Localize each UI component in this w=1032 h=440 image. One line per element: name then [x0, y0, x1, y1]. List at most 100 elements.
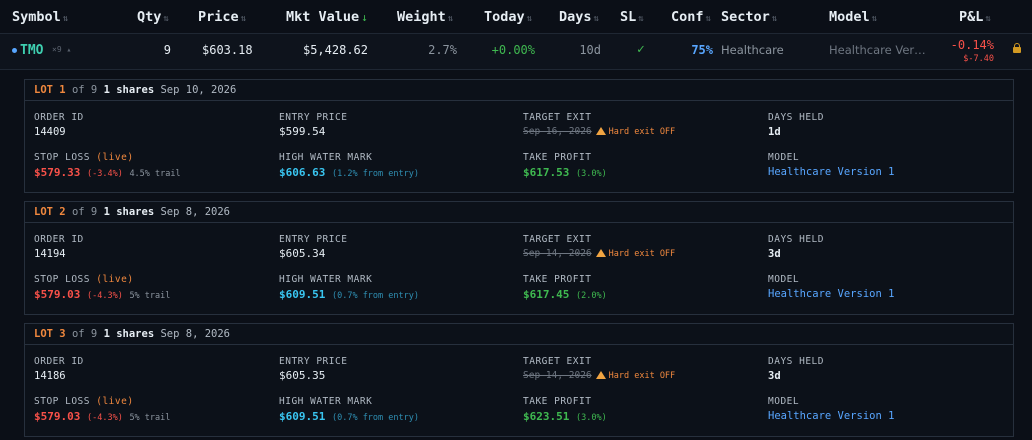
symbol-lot-count: ×9 ▴ [52, 45, 72, 54]
model-link[interactable]: Healthcare Version 1 [768, 288, 894, 300]
col-pl-label: P&L [959, 9, 984, 25]
col-days[interactable]: Days ⇅ [559, 9, 599, 25]
col-today[interactable]: Today ⇅ [484, 9, 532, 25]
lot-header: LOT 3 of 9 1 shares Sep 8, 2026 [25, 324, 1013, 345]
stop-loss-value: $579.03 [34, 410, 81, 423]
order-id-label: ORDER ID [34, 112, 84, 123]
lot-card: LOT 1 of 9 1 shares Sep 10, 2026 ORDER I… [24, 79, 1014, 193]
trail-info: 5% trail [129, 291, 171, 301]
take-profit-value: $617.45 [523, 288, 570, 301]
col-price[interactable]: Price ⇅ [198, 9, 246, 25]
lot-date: Sep 8, 2026 [160, 206, 231, 218]
take-profit-label: TAKE PROFIT [523, 396, 592, 407]
lot-label: LOT 1 [34, 84, 66, 96]
take-profit-label: TAKE PROFIT [523, 274, 592, 285]
target-exit-label: TARGET EXIT [523, 234, 592, 245]
stop-loss-label-row: STOP LOSS (live) [34, 274, 134, 285]
mkt-value: $5,428.62 [302, 43, 368, 57]
sort-icon: ⇅ [163, 14, 169, 24]
lot-of: of 9 [71, 206, 98, 218]
sort-icon: ⇅ [526, 14, 533, 24]
col-sector[interactable]: Sector ⇅ [721, 9, 777, 25]
col-symbol-label: Symbol [12, 9, 61, 25]
take-profit-pct: (3.0%) [575, 169, 607, 179]
model-label: MODEL [768, 396, 800, 407]
hwm-note: (0.7% from entry) [331, 291, 419, 301]
col-qty-label: Qty [137, 9, 162, 25]
target-exit-label: TARGET EXIT [523, 112, 592, 123]
sort-icon: ⇅ [985, 14, 991, 24]
weight-value: 2.7% [428, 43, 457, 57]
days-held-label: DAYS HELD [768, 112, 824, 123]
take-profit-row: $623.51 (3.0%) [523, 410, 607, 423]
order-id-value: 14186 [34, 370, 66, 382]
lot-shares: 1 shares [103, 328, 155, 340]
sort-icon: ⇅ [240, 14, 247, 24]
take-profit-pct: (2.0%) [575, 291, 607, 301]
days-value: 10d [579, 43, 601, 57]
live-badge: (live) [96, 396, 134, 407]
entry-price-value: $605.34 [279, 247, 326, 260]
entry-price-label: ENTRY PRICE [279, 234, 348, 245]
trail-info: 4.5% trail [129, 169, 181, 179]
hard-exit-status: Hard exit OFF [608, 249, 676, 259]
hwm-value: $609.51 [279, 288, 326, 301]
stop-loss-label-row: STOP LOSS (live) [34, 396, 134, 407]
model-link[interactable]: Healthcare Version 1 [768, 166, 894, 178]
target-exit-value: Sep 14, 2026 [523, 248, 592, 259]
col-sector-label: Sector [721, 9, 770, 25]
col-sl[interactable]: SL ⇅ [620, 9, 644, 25]
entry-price-label: ENTRY PRICE [279, 356, 348, 367]
position-row[interactable]: TMO ×9 ▴ 9 $603.18 $5,428.62 2.7% +0.00%… [0, 34, 1032, 70]
model-label: MODEL [768, 274, 800, 285]
target-exit-row: Sep 16, 2026 Hard exit OFF [523, 126, 675, 137]
stop-loss-pct: (-4.3%) [86, 291, 123, 301]
entry-price-value: $599.54 [279, 125, 326, 138]
col-model[interactable]: Model ⇅ [829, 9, 877, 25]
hwm-value: $609.51 [279, 410, 326, 423]
hwm-note: (0.7% from entry) [331, 413, 419, 423]
pl-percent: -0.14% [950, 38, 994, 52]
status-dot [12, 48, 17, 53]
col-symbol[interactable]: Symbol ⇅ [12, 9, 68, 25]
stop-loss-pct: (-3.4%) [86, 169, 123, 179]
lot-of: of 9 [71, 328, 98, 340]
col-pl[interactable]: P&L ⇅ [959, 9, 991, 25]
col-weight[interactable]: Weight ⇅ [397, 9, 453, 25]
lock-icon[interactable] [1013, 43, 1021, 53]
col-conf-label: Conf [671, 9, 704, 25]
sort-icon: ⇅ [771, 14, 778, 24]
col-mkt-value[interactable]: Mkt Value ↓ [286, 9, 368, 25]
target-exit-label: TARGET EXIT [523, 356, 592, 367]
lot-label: LOT 3 [34, 328, 66, 340]
target-exit-row: Sep 14, 2026 Hard exit OFF [523, 370, 675, 381]
stop-loss-value: $579.03 [34, 288, 81, 301]
col-conf[interactable]: Conf ⇅ [671, 9, 711, 25]
live-badge: (live) [96, 152, 134, 163]
lot-shares: 1 shares [103, 84, 155, 96]
col-price-label: Price [198, 9, 239, 25]
take-profit-pct: (3.0%) [575, 413, 607, 423]
model-link[interactable]: Healthcare Version 1 [768, 410, 894, 422]
sort-icon: ⇅ [638, 14, 644, 24]
days-held-label: DAYS HELD [768, 356, 824, 367]
target-exit-row: Sep 14, 2026 Hard exit OFF [523, 248, 675, 259]
days-held-value: 1d [768, 126, 781, 138]
symbol[interactable]: TMO [20, 43, 43, 58]
stop-loss-row: $579.33 (-3.4%) 4.5% trail [34, 166, 181, 179]
entry-price-label: ENTRY PRICE [279, 112, 348, 123]
hwm-label: HIGH WATER MARK [279, 152, 373, 163]
price-value: $603.18 [202, 43, 253, 57]
hwm-note: (1.2% from entry) [331, 169, 419, 179]
warning-icon [595, 371, 606, 379]
order-id-label: ORDER ID [34, 356, 84, 367]
take-profit-row: $617.45 (2.0%) [523, 288, 607, 301]
take-profit-label: TAKE PROFIT [523, 152, 592, 163]
trail-info: 5% trail [129, 413, 171, 423]
col-qty[interactable]: Qty ⇅ [137, 9, 169, 25]
stop-loss-label: STOP LOSS [34, 396, 90, 407]
lot-date: Sep 8, 2026 [160, 328, 231, 340]
target-exit-value: Sep 16, 2026 [523, 126, 592, 137]
stop-loss-pct: (-4.3%) [86, 413, 123, 423]
warning-icon [595, 127, 606, 135]
